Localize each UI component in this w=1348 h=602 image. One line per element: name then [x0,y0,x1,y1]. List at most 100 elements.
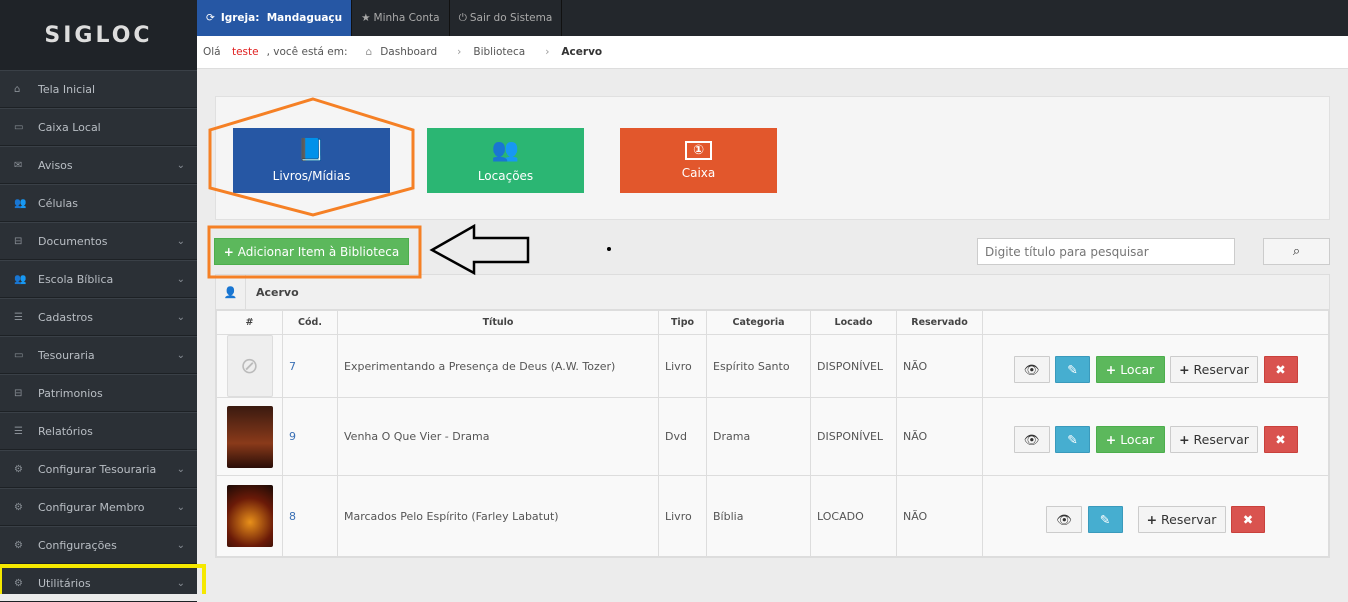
delete-button[interactable]: ✖ [1231,505,1265,533]
tiles-panel: 📘 Livros/Mídias 👥 Locações ① Caixa [215,96,1330,220]
edit-button[interactable]: ✎ [1087,505,1123,533]
breadcrumb-dashboard[interactable]: Dashboard [380,46,437,58]
money-icon: ① [684,141,712,160]
sidebar-item[interactable]: ⚙ Configurações ⌄ [0,526,197,564]
table-row: ⊘ 7 Experimentando a Presença de Deus (A… [216,334,1329,398]
column-header: # [216,310,283,335]
sidebar-item[interactable]: ☰ Relatórios [0,412,197,450]
view-button[interactable]: 👁 [1013,426,1050,453]
eye-icon: 👁 [1056,511,1072,527]
chevron-down-icon: ⌄ [176,577,185,589]
gear-icon: ⚙ [14,539,23,551]
chevron-down-icon: ⌄ [176,539,185,551]
chevron-down-icon: ⌄ [176,159,185,171]
search-input[interactable] [977,238,1235,265]
annotation-arrow [429,223,530,276]
home-icon: ⌂ [14,83,21,95]
sidebar-item[interactable]: ✉ Avisos ⌄ [0,146,197,184]
delete-button[interactable]: ✖ [1263,355,1298,383]
username: teste [231,46,259,58]
column-header: Cód. [282,310,338,335]
users-icon: 👥 [491,138,520,163]
sidebar-item[interactable]: 👥 Células [0,184,197,222]
table-row: 8 Marcados Pelo Espírito (Farley Labatut… [216,475,1329,557]
no-image-icon: ⊘ [240,353,259,379]
close-icon: ✖ [1242,511,1254,527]
eye-icon: 👁 [1023,361,1040,377]
users-icon: 👥 [14,273,27,285]
breadcrumb-biblioteca[interactable]: Biblioteca [473,46,525,58]
gear-icon: ⚙ [14,577,23,589]
column-header-actions [982,310,1329,335]
list-icon: ☰ [14,425,23,437]
column-header: Tipo [658,310,707,335]
delete-button[interactable]: ✖ [1263,426,1298,453]
column-header: Locado [810,310,897,335]
edit-button[interactable]: ✎ [1055,355,1090,383]
chevron-down-icon: ⌄ [176,501,185,513]
money-icon: ▭ [14,121,24,133]
cover-image [226,405,273,468]
sidebar-item[interactable]: ⊟ Documentos ⌄ [0,222,197,260]
gear-icon: ⚙ [14,463,23,475]
table-row: 9 Venha O Que Vier - Drama Dvd Drama DIS… [216,397,1329,476]
edit-button[interactable]: ✎ [1055,426,1090,453]
column-header: Categoria [706,310,811,335]
star-icon: ★ [361,12,371,24]
plus-icon: + [223,244,234,259]
eye-icon: 👁 [1023,432,1040,447]
cover-image [226,485,273,547]
close-icon: ✖ [1275,361,1286,377]
add-item-button[interactable]: + Adicionar Item à Biblioteca [214,238,409,265]
chevron-down-icon: ⌄ [176,273,185,285]
breadcrumb-acervo: Acervo [561,46,603,58]
tile-books-media[interactable]: 📘 Livros/Mídias [233,128,390,193]
sidebar-item[interactable]: 👥 Escola Bíblica ⌄ [0,260,197,298]
inbox-icon: ⊟ [14,387,23,399]
pencil-icon: ✎ [1099,511,1111,527]
view-button[interactable]: 👁 [1013,355,1050,383]
sidebar: SIGLOC ⌂ Tela Inicial ▭ Caixa Local ✉ Avisos ⌄… [0,0,197,602]
sidebar-item[interactable]: ☰ Cadastros ⌄ [0,298,197,336]
sidebar-item[interactable]: ⚙ Configurar Tesouraria ⌄ [0,450,197,488]
reserve-button[interactable]: + Reservar [1137,505,1226,533]
tile-cash[interactable]: ① Caixa [620,128,777,193]
sidebar-item[interactable]: ⚙ Configurar Membro ⌄ [0,488,197,526]
sidebar-item[interactable]: ⚙ Utilitários ⌄ [0,564,197,602]
column-header: Título [337,310,659,335]
top-bar: ⟳ Igreja: Mandaguaçu ★ Minha Conta ⏻ Sair d… [197,0,1348,36]
envelope-icon: ✉ [14,159,23,171]
sidebar-item[interactable]: ⊟ Patrimonios [0,374,197,412]
chevron-down-icon: ⌄ [176,311,185,323]
search-button[interactable]: ⌕ [1263,238,1330,265]
chevron-down-icon: ⌄ [176,463,185,475]
gear-icon: ⚙ [14,501,23,513]
pencil-icon: ✎ [1067,432,1078,447]
collection-table: 👤 Acervo # Cód. Título Tipo Categoria Locado Re… [215,274,1330,558]
reserve-button[interactable]: + Reservar [1170,426,1258,453]
logout-link[interactable]: ⏻ Sair do Sistema [450,0,563,36]
sidebar-item[interactable]: ▭ Tesouraria ⌄ [0,336,197,374]
money-icon: ▭ [14,349,24,361]
pencil-icon: ✎ [1067,361,1078,377]
chevron-down-icon: ⌄ [176,349,185,361]
rent-button[interactable]: + Locar [1095,355,1165,383]
breadcrumb: Olá teste, você está em: ⌂ Dashboard › B… [197,36,1348,69]
tile-rentals[interactable]: 👥 Locações [427,128,584,193]
sidebar-item[interactable]: ⌂ Tela Inicial [0,70,197,108]
reserve-button[interactable]: + Reservar [1170,355,1258,383]
user-icon: 👤 [216,274,246,310]
logo: SIGLOC [0,0,197,70]
my-account-link[interactable]: ★ Minha Conta [352,0,450,36]
refresh-icon: ⟳ [206,12,215,24]
view-button[interactable]: 👁 [1046,505,1082,533]
church-selector[interactable]: ⟳ Igreja: Mandaguaçu [197,0,353,36]
inbox-icon: ⊟ [14,235,23,247]
chevron-down-icon: ⌄ [176,235,185,247]
close-icon: ✖ [1275,432,1286,447]
rent-button[interactable]: + Locar [1095,426,1165,453]
book-icon: 📘 [297,138,326,163]
search-icon: ⌕ [1292,244,1301,259]
sidebar-item[interactable]: ▭ Caixa Local [0,108,197,146]
users-icon: 👥 [14,197,27,209]
